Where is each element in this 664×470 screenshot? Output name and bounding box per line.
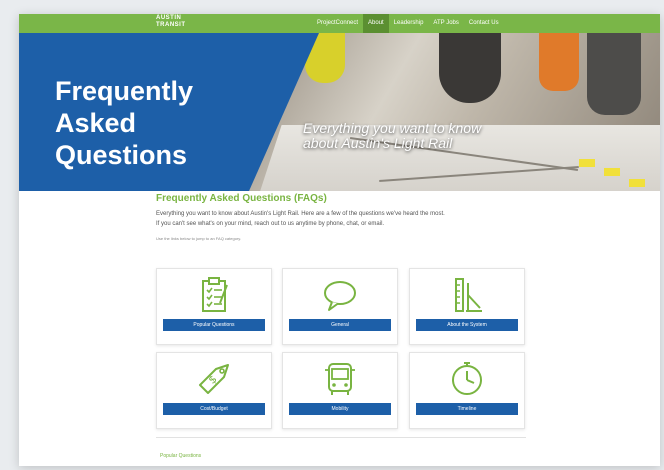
hero-title-line-3: Questions <box>55 140 188 170</box>
category-card-timeline[interactable]: Timeline <box>409 352 525 429</box>
popular-questions-section-link[interactable]: Popular Questions <box>160 453 201 459</box>
hero-tagline: Everything you want to know about Austin… <box>303 121 543 151</box>
nav-link-contact-us[interactable]: Contact Us <box>464 14 504 33</box>
clipboard-checklist-icon <box>202 277 228 312</box>
nav-link-about[interactable]: About <box>363 14 389 33</box>
hero-title-line-1: Frequently <box>55 76 194 106</box>
category-card-about-the-system[interactable]: About the System <box>409 268 525 345</box>
nav-links: ProjectConnect About Leadership ATP Jobs… <box>312 14 504 33</box>
logo-line-1: AUSTIN <box>156 15 182 21</box>
cost-budget-button[interactable]: Cost/Budget <box>163 403 265 415</box>
photo-sticky-note <box>579 159 595 167</box>
about-the-system-button[interactable]: About the System <box>416 319 518 331</box>
browser-page: AUSTIN TRANSIT ProjectConnect About Lead… <box>19 14 660 466</box>
popular-questions-button[interactable]: Popular Questions <box>163 319 265 331</box>
general-button[interactable]: General <box>289 319 391 331</box>
bus-icon <box>325 363 355 395</box>
category-card-popular-questions[interactable]: Popular Questions <box>156 268 272 345</box>
hero-title: Frequently Asked Questions <box>55 75 245 171</box>
category-card-general[interactable]: General <box>282 268 398 345</box>
photo-sticky-note <box>604 168 620 176</box>
faq-intro: Everything you want to know about Austin… <box>156 209 536 229</box>
clock-icon <box>452 362 482 395</box>
category-card-mobility[interactable]: Mobility <box>282 352 398 429</box>
category-card-cost-budget[interactable]: $ Cost/Budget <box>156 352 272 429</box>
photo-person <box>439 33 501 103</box>
austin-transit-logo[interactable]: AUSTIN TRANSIT <box>156 15 192 31</box>
faq-intro-line-2: If you can't see what's on your mind, re… <box>156 221 385 227</box>
ruler-drafting-icon <box>455 278 482 312</box>
speech-bubble-icon <box>324 281 356 311</box>
nav-link-leadership[interactable]: Leadership <box>389 14 429 33</box>
hero-title-line-2: Asked <box>55 108 137 138</box>
logo-line-2: TRANSIT <box>156 22 186 28</box>
mobility-button[interactable]: Mobility <box>289 403 391 415</box>
hero-tagline-line-2: about Austin's Light Rail <box>303 135 453 151</box>
top-navigation: AUSTIN TRANSIT ProjectConnect About Lead… <box>19 14 660 33</box>
nav-link-atp-jobs[interactable]: ATP Jobs <box>428 14 463 33</box>
faq-intro-line-1: Everything you want to know about Austin… <box>156 211 445 217</box>
hero-tagline-line-1: Everything you want to know <box>303 120 482 136</box>
photo-person <box>587 33 641 115</box>
timeline-button[interactable]: Timeline <box>416 403 518 415</box>
faq-hint: Use the links below to jump to an FAQ ca… <box>156 236 242 241</box>
faq-heading: Frequently Asked Questions (FAQs) <box>156 193 327 204</box>
hero-banner: Frequently Asked Questions Everything yo… <box>19 33 660 191</box>
price-tag-icon: $ <box>199 364 229 394</box>
section-divider <box>156 437 526 438</box>
photo-person <box>539 33 579 91</box>
nav-link-projectconnect[interactable]: ProjectConnect <box>312 14 363 33</box>
photo-sticky-note <box>629 179 645 187</box>
